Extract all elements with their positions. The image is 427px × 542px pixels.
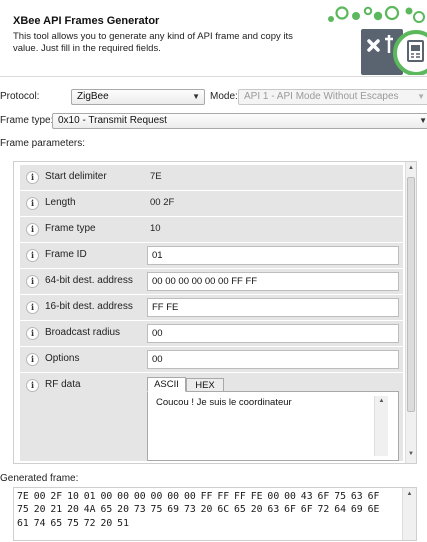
rf-data-textarea[interactable]: Coucou ! Je suis le coordinateur (152, 396, 374, 456)
scrollbar-thumb[interactable] (407, 177, 415, 412)
param-value: 00 2F (150, 197, 175, 208)
param-label: RF data (45, 379, 81, 390)
chevron-down-icon: ▼ (192, 92, 200, 101)
options-input[interactable]: 00 (147, 350, 399, 369)
info-icon[interactable]: i (26, 223, 39, 236)
frame-type-select-value: 0x10 - Transmit Request (58, 115, 167, 126)
params-scrollbar[interactable]: ▲ ▼ (405, 162, 416, 463)
param-label: Frame type (45, 223, 96, 234)
scroll-up-icon[interactable]: ▲ (375, 398, 388, 404)
mode-select-value: API 1 - API Mode Without Escapes (244, 91, 399, 102)
scroll-up-icon[interactable]: ▲ (406, 165, 416, 171)
rf-data-text: Coucou ! Je suis le coordinateur (156, 397, 292, 408)
page-description: This tool allows you to generate any kin… (13, 31, 293, 54)
param-label: 16-bit dest. address (45, 301, 133, 312)
generated-frame-label: Generated frame: (0, 473, 79, 484)
param-label: 64-bit dest. address (45, 275, 133, 286)
tab-ascii[interactable]: ASCII (147, 377, 186, 392)
xbee-tools-logo-icon (328, 5, 427, 75)
scroll-up-icon[interactable]: ▲ (403, 491, 416, 497)
broadcast-radius-input[interactable]: 00 (147, 324, 399, 343)
scroll-down-icon[interactable]: ▼ (406, 451, 416, 457)
frame-parameters-panel: i Start delimiter 7E i Length 00 2F i Fr… (13, 161, 417, 464)
param-row-options: i Options 00 (20, 347, 403, 372)
info-icon[interactable]: i (26, 249, 39, 262)
protocol-select[interactable]: ZigBee ▼ (71, 89, 205, 105)
protocol-label: Protocol: (0, 91, 40, 102)
rf-data-scrollbar[interactable]: ▲ (374, 396, 388, 456)
param-row-64bit-dest-address: i 64-bit dest. address 00 00 00 00 00 00… (20, 269, 403, 294)
param-label: Frame ID (45, 249, 87, 260)
frame-type-select[interactable]: 0x10 - Transmit Request ▼ (52, 113, 427, 129)
info-icon[interactable]: i (26, 301, 39, 314)
64bit-dest-address-input[interactable]: 00 00 00 00 00 00 FF FF (147, 272, 399, 291)
mode-label: Mode: (210, 91, 238, 102)
param-row-16bit-dest-address: i 16-bit dest. address FF FE (20, 295, 403, 320)
param-row-frame-id: i Frame ID 01 (20, 243, 403, 268)
param-row-start-delimiter: i Start delimiter 7E (20, 165, 403, 190)
chevron-down-icon: ▼ (419, 116, 427, 125)
info-icon[interactable]: i (26, 379, 39, 392)
frame-id-input[interactable]: 01 (147, 246, 399, 265)
chevron-down-icon: ▼ (417, 92, 425, 101)
generated-frame-output[interactable]: 7E 00 2F 10 01 00 00 00 00 00 00 FF FF F… (13, 487, 417, 541)
generated-frame-scrollbar[interactable]: ▲ (402, 488, 416, 540)
rf-data-tab-panel: Coucou ! Je suis le coordinateur ▲ (147, 391, 399, 461)
param-value: 10 (150, 223, 161, 234)
param-value: 7E (150, 171, 162, 182)
param-row-rf-data: i RF data ASCII HEX Coucou ! Je suis le … (20, 373, 403, 461)
page-title: XBee API Frames Generator (13, 15, 160, 27)
param-label: Broadcast radius (45, 327, 121, 338)
frame-type-label: Frame type: (0, 115, 54, 126)
info-icon[interactable]: i (26, 171, 39, 184)
protocol-select-value: ZigBee (77, 91, 109, 102)
info-icon[interactable]: i (26, 275, 39, 288)
param-label: Start delimiter (45, 171, 107, 182)
param-row-length: i Length 00 2F (20, 191, 403, 216)
param-label: Length (45, 197, 76, 208)
generated-frame-text: 7E 00 2F 10 01 00 00 00 00 00 00 FF FF F… (17, 491, 385, 529)
frame-parameters-label: Frame parameters: (0, 138, 86, 149)
info-icon[interactable]: i (26, 197, 39, 210)
16bit-dest-address-input[interactable]: FF FE (147, 298, 399, 317)
param-row-broadcast-radius: i Broadcast radius 00 (20, 321, 403, 346)
mode-select[interactable]: API 1 - API Mode Without Escapes ▼ (238, 89, 427, 105)
tab-hex[interactable]: HEX (186, 378, 224, 392)
param-row-frame-type: i Frame type 10 (20, 217, 403, 242)
param-label: Options (45, 353, 80, 364)
info-icon[interactable]: i (26, 353, 39, 366)
info-icon[interactable]: i (26, 327, 39, 340)
